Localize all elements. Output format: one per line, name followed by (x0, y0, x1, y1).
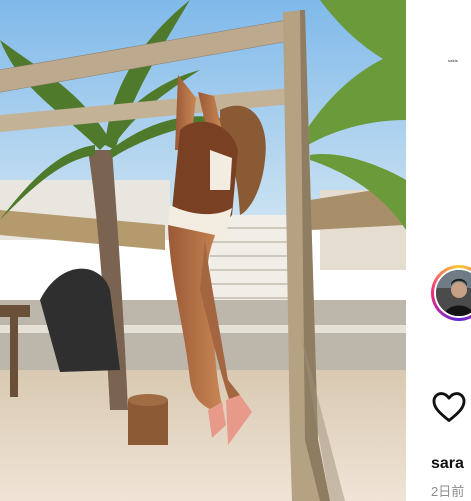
story-ring-avatar[interactable] (431, 265, 471, 321)
timestamp: 2日前 (431, 484, 465, 499)
heart-outline-icon (432, 392, 466, 422)
avatar-photo (436, 270, 471, 316)
post-sidebar: sakis sara 2日前 (406, 0, 471, 501)
beach-photo (0, 0, 406, 501)
like-button[interactable] (430, 388, 468, 426)
post-media[interactable] (0, 0, 406, 501)
side-label: sakis (448, 58, 459, 63)
username[interactable]: sara (431, 455, 464, 473)
avatar (436, 270, 471, 316)
avatar-border (434, 268, 471, 318)
